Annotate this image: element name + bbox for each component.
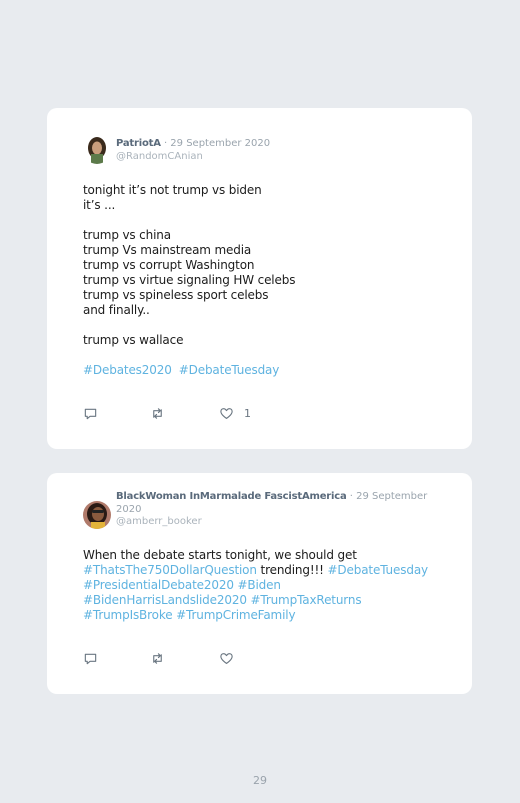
- retweet-icon: [153, 652, 162, 664]
- tweet-card: BlackWoman InMarmalade FascistAmerica · …: [47, 473, 472, 694]
- tweet-line: #ThatsThe750DollarQuestion trending!!! #…: [83, 563, 452, 578]
- tweet-meta: BlackWoman InMarmalade FascistAmerica · …: [116, 491, 452, 529]
- like-count: 1: [244, 406, 251, 420]
- hashtag-link[interactable]: #PresidentialDebate2020: [83, 578, 234, 592]
- hashtag-line: #Debates2020 #DebateTuesday: [83, 363, 452, 378]
- author-handle[interactable]: @amberr_booker: [116, 516, 452, 529]
- tweet-line: trump Vs mainstream media: [83, 243, 252, 257]
- avatar[interactable]: [83, 501, 111, 529]
- tweet-date: · 29 September 2020: [163, 138, 271, 149]
- retweet-button[interactable]: [150, 650, 165, 666]
- tweet-line: [83, 318, 452, 333]
- reply-button[interactable]: [83, 405, 98, 421]
- author-name[interactable]: BlackWoman InMarmalade FascistAmerica: [116, 491, 347, 502]
- tweet-line: trump vs wallace: [83, 333, 184, 347]
- tweet-line: [83, 348, 452, 363]
- reply-button[interactable]: [83, 650, 98, 666]
- tweet-line: trump vs china: [83, 228, 171, 242]
- hashtag-link[interactable]: #DebateTuesday: [328, 563, 429, 577]
- tweet-meta: PatriotA · 29 September 2020 @RandomCAni…: [116, 138, 452, 163]
- tweet-line: it’s ...: [83, 198, 116, 212]
- tweet-actions: [83, 650, 283, 666]
- tweet-line: When the debate starts tonight, we shoul…: [83, 548, 357, 562]
- avatar[interactable]: [83, 136, 111, 164]
- hashtag-link[interactable]: #ThatsThe750DollarQuestion: [83, 563, 257, 577]
- retweet-button[interactable]: [150, 405, 165, 421]
- hashtag-link[interactable]: #Biden: [238, 578, 281, 592]
- tweet-text: When the debate starts tonight, we shoul…: [83, 548, 452, 623]
- author-name[interactable]: PatriotA: [116, 138, 161, 149]
- tweet-line: #PresidentialDebate2020 #Biden: [83, 578, 452, 593]
- reply-icon: [84, 408, 97, 419]
- retweet-icon: [153, 407, 162, 419]
- tweet-text-fragment: trending!!!: [260, 563, 324, 577]
- tweet-actions: 1: [83, 405, 283, 421]
- hashtag-link[interactable]: #Debates2020: [83, 363, 172, 377]
- tweet-line: trump vs corrupt Washington: [83, 258, 255, 272]
- reply-icon: [84, 653, 97, 664]
- like-icon: [220, 407, 233, 419]
- tweet-line: #TrumpIsBroke #TrumpCrimeFamily: [83, 608, 452, 623]
- like-button[interactable]: [219, 650, 244, 666]
- hashtag-link[interactable]: #BidenHarrisLandslide2020: [83, 593, 247, 607]
- tweet-line: [83, 213, 452, 228]
- tweet-line: tonight it’s not trump vs biden: [83, 183, 262, 197]
- tweet-line: trump vs spineless sport celebs: [83, 288, 269, 302]
- hashtag-link[interactable]: #TrumpCrimeFamily: [176, 608, 295, 622]
- hashtag-link[interactable]: #TrumpTaxReturns: [251, 593, 362, 607]
- hashtag-link[interactable]: #DebateTuesday: [179, 363, 280, 377]
- tweet-text: tonight it’s not trump vs biden it’s ...…: [83, 183, 452, 378]
- author-handle[interactable]: @RandomCAnian: [116, 151, 452, 164]
- like-button[interactable]: 1: [219, 405, 251, 421]
- tweet-line: trump vs virtue signaling HW celebs: [83, 273, 296, 287]
- page-number: 29: [253, 774, 267, 787]
- hashtag-link[interactable]: #TrumpIsBroke: [83, 608, 173, 622]
- like-icon: [220, 652, 233, 664]
- tweet-line: and finally..: [83, 303, 150, 317]
- tweet-line: #BidenHarrisLandslide2020 #TrumpTaxRetur…: [83, 593, 452, 608]
- tweet-card: PatriotA · 29 September 2020 @RandomCAni…: [47, 108, 472, 449]
